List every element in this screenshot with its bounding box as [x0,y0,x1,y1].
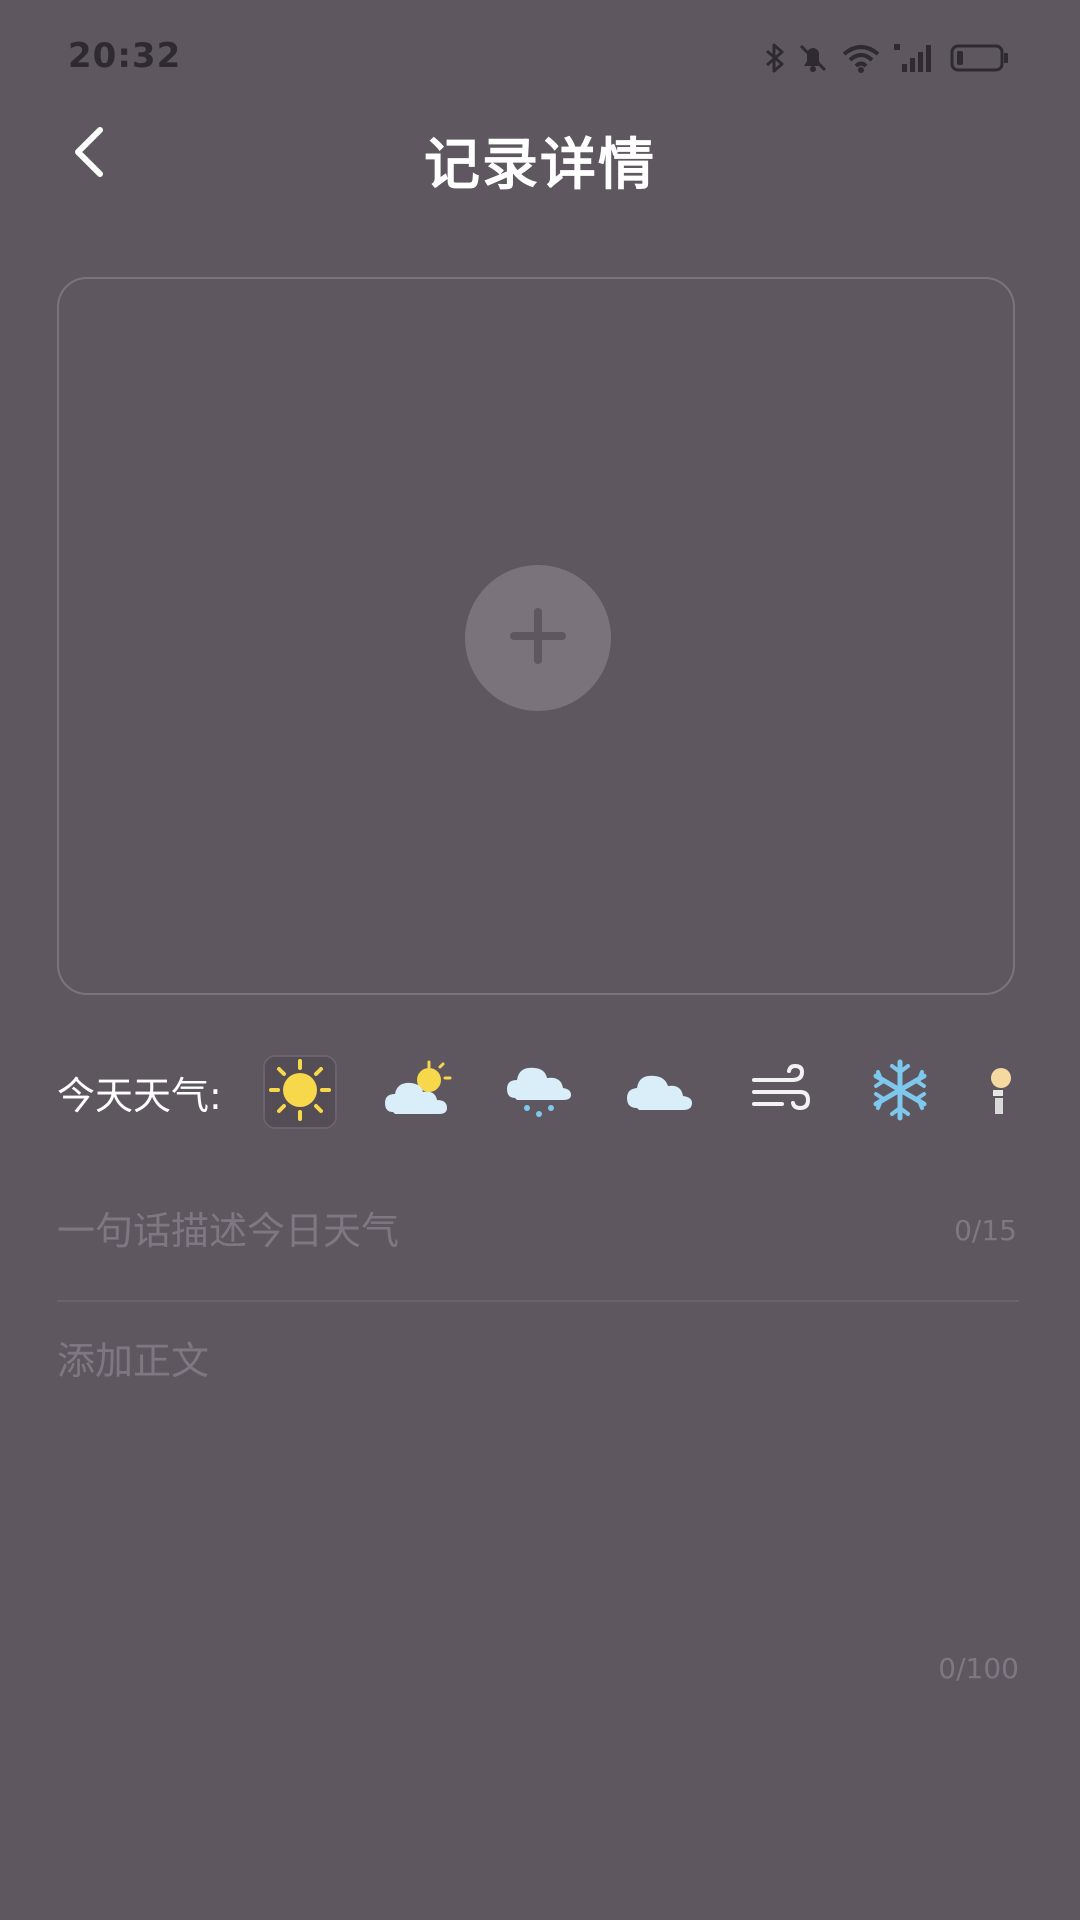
body-area: 0/100 [57,1330,1019,1690]
summary-input[interactable] [57,1196,877,1266]
wifi-icon [840,42,882,74]
plus-icon [508,606,568,670]
status-icons [764,38,1010,78]
weather-option-windy[interactable] [743,1055,817,1129]
bluetooth-icon [764,42,786,74]
rain-snow-icon [505,1058,575,1126]
weather-option-other[interactable] [983,1055,1013,1129]
weather-option-snow[interactable] [863,1055,937,1129]
status-bar: 20:32 [0,0,1080,120]
signal-icon [894,42,938,74]
weather-row: 今天天气: [57,1052,1027,1132]
weather-options [263,1052,1013,1132]
battery-icon [950,42,1010,74]
weather-option-partly-cloudy[interactable] [383,1055,457,1129]
body-textarea[interactable] [57,1330,1019,1630]
wind-icon [748,1058,812,1126]
sun-icon [268,1058,332,1126]
snowflake-icon [868,1058,932,1126]
header: 记录详情 [0,110,1080,200]
add-photo-button[interactable] [465,565,611,711]
partly-cloudy-icon [383,1058,457,1126]
photo-upload-area[interactable] [57,277,1015,995]
partial-icon [983,1058,1013,1126]
weather-option-rain-snow[interactable] [503,1055,577,1129]
summary-row: 0/15 [57,1196,1017,1266]
body-counter: 0/100 [938,1652,1019,1685]
status-time: 20:32 [68,36,182,76]
weather-label: 今天天气: [57,1073,222,1118]
screen: 20:32 记录详情 今天天气: 一句话描述今日天气 0/15 添加正文 0/1… [0,0,1080,1920]
mute-bell-icon [798,42,828,74]
page-title: 记录详情 [424,133,656,198]
cloud-icon [625,1058,695,1126]
weather-option-cloudy[interactable] [623,1055,697,1129]
divider [57,1300,1019,1302]
summary-counter: 0/15 [954,1214,1017,1247]
weather-option-sunny[interactable] [263,1055,337,1129]
